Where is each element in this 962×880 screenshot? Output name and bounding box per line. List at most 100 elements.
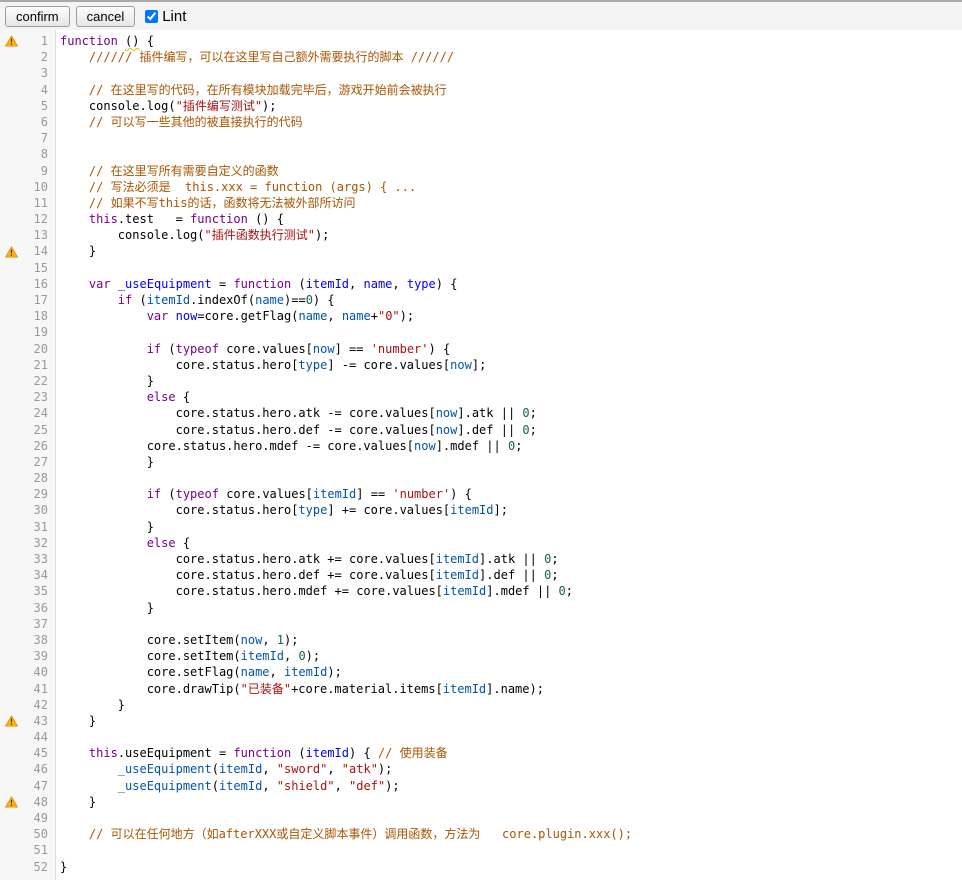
code-line[interactable]: 19 bbox=[0, 324, 962, 340]
code-text[interactable] bbox=[48, 65, 60, 81]
code-line[interactable]: 14 } bbox=[0, 243, 962, 259]
code-line[interactable]: 49 bbox=[0, 810, 962, 826]
lint-checkbox[interactable] bbox=[145, 10, 158, 23]
code-line[interactable]: 46 _useEquipment(itemId, "sword", "atk")… bbox=[0, 761, 962, 777]
code-text[interactable]: } bbox=[48, 697, 125, 713]
code-text[interactable]: _useEquipment(itemId, "sword", "atk"); bbox=[48, 761, 392, 777]
code-text[interactable]: function () { bbox=[48, 33, 154, 49]
code-text[interactable]: } bbox=[48, 243, 96, 259]
code-text[interactable]: // 可以在任何地方（如afterXXX或自定义脚本事件）调用函数，方法为 co… bbox=[48, 826, 632, 842]
code-text[interactable]: } bbox=[48, 600, 154, 616]
code-text[interactable]: } bbox=[48, 713, 96, 729]
code-text[interactable]: this.test = function () { bbox=[48, 211, 284, 227]
code-text[interactable]: core.status.hero.mdef += core.values[ite… bbox=[48, 583, 573, 599]
code-text[interactable]: var now=core.getFlag(name, name+"0"); bbox=[48, 308, 414, 324]
confirm-button[interactable]: confirm bbox=[5, 6, 70, 27]
code-text[interactable]: _useEquipment(itemId, "shield", "def"); bbox=[48, 778, 400, 794]
code-line[interactable]: 8 bbox=[0, 146, 962, 162]
code-text[interactable]: core.status.hero.mdef -= core.values[now… bbox=[48, 438, 522, 454]
code-line[interactable]: 38 core.setItem(now, 1); bbox=[0, 632, 962, 648]
code-text[interactable]: core.status.hero.def -= core.values[now]… bbox=[48, 422, 537, 438]
code-line[interactable]: 20 if (typeof core.values[now] == 'numbe… bbox=[0, 341, 962, 357]
code-text[interactable] bbox=[48, 729, 60, 745]
code-line[interactable]: 35 core.status.hero.mdef += core.values[… bbox=[0, 583, 962, 599]
code-line[interactable]: 36 } bbox=[0, 600, 962, 616]
code-line[interactable]: 33 core.status.hero.atk += core.values[i… bbox=[0, 551, 962, 567]
code-text[interactable]: } bbox=[48, 373, 154, 389]
code-text[interactable]: core.setFlag(name, itemId); bbox=[48, 664, 342, 680]
code-text[interactable]: } bbox=[48, 794, 96, 810]
code-line[interactable]: 12 this.test = function () { bbox=[0, 211, 962, 227]
code-text[interactable]: console.log("插件函数执行测试"); bbox=[48, 227, 329, 243]
code-editor[interactable]: 1function () {2 ////// 插件编写，可以在这里写自己额外需要… bbox=[0, 30, 962, 880]
code-text[interactable] bbox=[48, 130, 60, 146]
code-text[interactable]: core.status.hero.atk += core.values[item… bbox=[48, 551, 559, 567]
code-line[interactable]: 27 } bbox=[0, 454, 962, 470]
code-text[interactable]: if (itemId.indexOf(name)==0) { bbox=[48, 292, 335, 308]
code-text[interactable] bbox=[48, 842, 60, 858]
code-line[interactable]: 7 bbox=[0, 130, 962, 146]
code-text[interactable] bbox=[48, 324, 60, 340]
code-text[interactable]: // 如果不写this的话，函数将无法被外部所访问 bbox=[48, 195, 355, 211]
code-line[interactable]: 31 } bbox=[0, 519, 962, 535]
cancel-button[interactable]: cancel bbox=[76, 6, 136, 27]
code-line[interactable]: 45 this.useEquipment = function (itemId)… bbox=[0, 745, 962, 761]
code-text[interactable] bbox=[48, 260, 60, 276]
code-text[interactable]: if (typeof core.values[now] == 'number')… bbox=[48, 341, 450, 357]
code-text[interactable]: core.status.hero[type] -= core.values[no… bbox=[48, 357, 486, 373]
code-text[interactable]: core.status.hero.def += core.values[item… bbox=[48, 567, 559, 583]
code-line[interactable]: 50 // 可以在任何地方（如afterXXX或自定义脚本事件）调用函数，方法为… bbox=[0, 826, 962, 842]
code-text[interactable]: this.useEquipment = function (itemId) { … bbox=[48, 745, 448, 761]
code-text[interactable]: } bbox=[48, 859, 67, 875]
code-text[interactable]: ////// 插件编写，可以在这里写自己额外需要执行的脚本 ////// bbox=[48, 49, 454, 65]
code-text[interactable]: } bbox=[48, 454, 154, 470]
code-line[interactable]: 10 // 写法必须是 this.xxx = function (args) {… bbox=[0, 179, 962, 195]
code-line[interactable]: 1function () { bbox=[0, 33, 962, 49]
code-text[interactable] bbox=[48, 616, 60, 632]
code-line[interactable]: 15 bbox=[0, 260, 962, 276]
code-text[interactable]: } bbox=[48, 519, 154, 535]
code-line[interactable]: 25 core.status.hero.def -= core.values[n… bbox=[0, 422, 962, 438]
code-line[interactable]: 32 else { bbox=[0, 535, 962, 551]
code-text[interactable] bbox=[48, 810, 60, 826]
code-text[interactable] bbox=[48, 470, 60, 486]
code-line[interactable]: 52} bbox=[0, 859, 962, 875]
code-line[interactable]: 2 ////// 插件编写，可以在这里写自己额外需要执行的脚本 ////// bbox=[0, 49, 962, 65]
code-text[interactable]: else { bbox=[48, 389, 190, 405]
code-line[interactable]: 21 core.status.hero[type] -= core.values… bbox=[0, 357, 962, 373]
code-text[interactable]: // 可以写一些其他的被直接执行的代码 bbox=[48, 114, 303, 130]
code-line[interactable]: 18 var now=core.getFlag(name, name+"0"); bbox=[0, 308, 962, 324]
code-line[interactable]: 48 } bbox=[0, 794, 962, 810]
code-line[interactable]: 37 bbox=[0, 616, 962, 632]
code-line[interactable]: 24 core.status.hero.atk -= core.values[n… bbox=[0, 405, 962, 421]
code-line[interactable]: 16 var _useEquipment = function (itemId,… bbox=[0, 276, 962, 292]
code-text[interactable]: core.status.hero[type] += core.values[it… bbox=[48, 502, 508, 518]
code-text[interactable]: // 在这里写所有需要自定义的函数 bbox=[48, 163, 279, 179]
code-line[interactable]: 29 if (typeof core.values[itemId] == 'nu… bbox=[0, 486, 962, 502]
code-line[interactable]: 51 bbox=[0, 842, 962, 858]
code-line[interactable]: 3 bbox=[0, 65, 962, 81]
code-line[interactable]: 41 core.drawTip("已装备"+core.material.item… bbox=[0, 681, 962, 697]
code-line[interactable]: 42 } bbox=[0, 697, 962, 713]
code-line[interactable]: 11 // 如果不写this的话，函数将无法被外部所访问 bbox=[0, 195, 962, 211]
code-text[interactable]: if (typeof core.values[itemId] == 'numbe… bbox=[48, 486, 472, 502]
code-line[interactable]: 30 core.status.hero[type] += core.values… bbox=[0, 502, 962, 518]
code-line[interactable]: 4 // 在这里写的代码，在所有模块加载完毕后，游戏开始前会被执行 bbox=[0, 82, 962, 98]
code-text[interactable]: // 在这里写的代码，在所有模块加载完毕后，游戏开始前会被执行 bbox=[48, 82, 447, 98]
code-text[interactable]: console.log("插件编写测试"); bbox=[48, 98, 277, 114]
code-text[interactable]: else { bbox=[48, 535, 190, 551]
code-text[interactable] bbox=[48, 146, 60, 162]
code-line[interactable]: 39 core.setItem(itemId, 0); bbox=[0, 648, 962, 664]
code-text[interactable]: core.status.hero.atk -= core.values[now]… bbox=[48, 405, 537, 421]
code-line[interactable]: 9 // 在这里写所有需要自定义的函数 bbox=[0, 163, 962, 179]
code-line[interactable]: 44 bbox=[0, 729, 962, 745]
code-line[interactable]: 22 } bbox=[0, 373, 962, 389]
code-line[interactable]: 40 core.setFlag(name, itemId); bbox=[0, 664, 962, 680]
code-line[interactable]: 23 else { bbox=[0, 389, 962, 405]
code-text[interactable]: core.setItem(now, 1); bbox=[48, 632, 298, 648]
code-text[interactable]: core.drawTip("已装备"+core.material.items[i… bbox=[48, 681, 544, 697]
code-text[interactable]: var _useEquipment = function (itemId, na… bbox=[48, 276, 457, 292]
code-text[interactable]: core.setItem(itemId, 0); bbox=[48, 648, 320, 664]
code-line[interactable]: 47 _useEquipment(itemId, "shield", "def"… bbox=[0, 778, 962, 794]
code-line[interactable]: 13 console.log("插件函数执行测试"); bbox=[0, 227, 962, 243]
